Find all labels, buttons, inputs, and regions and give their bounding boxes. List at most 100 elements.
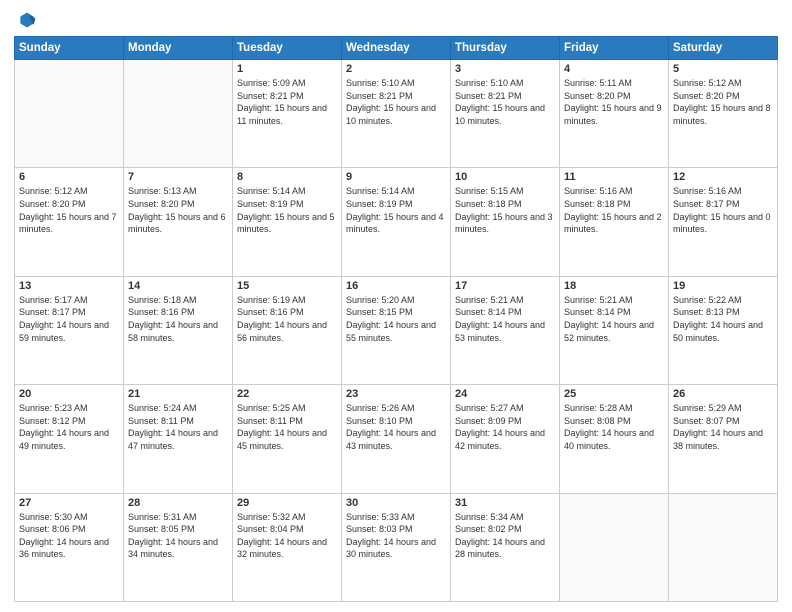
calendar-cell: 10 Sunrise: 5:15 AMSunset: 8:18 PMDayligh…	[451, 168, 560, 276]
calendar-cell: 8 Sunrise: 5:14 AMSunset: 8:19 PMDaylight…	[233, 168, 342, 276]
calendar-cell: 13 Sunrise: 5:17 AMSunset: 8:17 PMDayligh…	[15, 276, 124, 384]
day-number: 27	[19, 497, 119, 509]
day-number: 19	[673, 280, 773, 292]
day-info: Sunrise: 5:16 AMSunset: 8:17 PMDaylight:…	[673, 185, 773, 235]
logo	[14, 10, 37, 30]
day-info: Sunrise: 5:12 AMSunset: 8:20 PMDaylight:…	[673, 77, 773, 127]
logo-text	[14, 10, 37, 30]
calendar-cell: 7 Sunrise: 5:13 AMSunset: 8:20 PMDaylight…	[124, 168, 233, 276]
day-number: 29	[237, 497, 337, 509]
calendar-cell: 20 Sunrise: 5:23 AMSunset: 8:12 PMDayligh…	[15, 385, 124, 493]
day-info: Sunrise: 5:30 AMSunset: 8:06 PMDaylight:…	[19, 511, 119, 561]
calendar-cell: 29 Sunrise: 5:32 AMSunset: 8:04 PMDayligh…	[233, 493, 342, 601]
day-number: 9	[346, 171, 446, 183]
day-number: 16	[346, 280, 446, 292]
calendar-cell: 24 Sunrise: 5:27 AMSunset: 8:09 PMDayligh…	[451, 385, 560, 493]
weekday-header-saturday: Saturday	[669, 37, 778, 60]
day-info: Sunrise: 5:33 AMSunset: 8:03 PMDaylight:…	[346, 511, 446, 561]
calendar-cell: 3Sunrise: 5:10 AMSunset: 8:21 PMDaylight…	[451, 60, 560, 168]
day-info: Sunrise: 5:26 AMSunset: 8:10 PMDaylight:…	[346, 402, 446, 452]
day-info: Sunrise: 5:11 AMSunset: 8:20 PMDaylight:…	[564, 77, 664, 127]
calendar-cell: 23 Sunrise: 5:26 AMSunset: 8:10 PMDayligh…	[342, 385, 451, 493]
calendar-cell: 26 Sunrise: 5:29 AMSunset: 8:07 PMDayligh…	[669, 385, 778, 493]
calendar-cell: 31Sunrise: 5:34 AMSunset: 8:02 PMDayligh…	[451, 493, 560, 601]
day-number: 31	[455, 497, 555, 509]
day-number: 15	[237, 280, 337, 292]
weekday-header-sunday: Sunday	[15, 37, 124, 60]
day-number: 17	[455, 280, 555, 292]
calendar-table: SundayMondayTuesdayWednesdayThursdayFrid…	[14, 36, 778, 602]
day-info: Sunrise: 5:29 AMSunset: 8:07 PMDaylight:…	[673, 402, 773, 452]
day-number: 26	[673, 388, 773, 400]
calendar-cell	[560, 493, 669, 601]
day-info: Sunrise: 5:25 AMSunset: 8:11 PMDaylight:…	[237, 402, 337, 452]
calendar-cell	[15, 60, 124, 168]
calendar-cell: 5 Sunrise: 5:12 AMSunset: 8:20 PMDaylight…	[669, 60, 778, 168]
day-info: Sunrise: 5:21 AMSunset: 8:14 PMDaylight:…	[564, 294, 664, 344]
day-info: Sunrise: 5:32 AMSunset: 8:04 PMDaylight:…	[237, 511, 337, 561]
day-info: Sunrise: 5:28 AMSunset: 8:08 PMDaylight:…	[564, 402, 664, 452]
calendar-body: 1Sunrise: 5:09 AMSunset: 8:21 PMDaylight…	[15, 60, 778, 602]
weekday-header-wednesday: Wednesday	[342, 37, 451, 60]
day-info: Sunrise: 5:15 AMSunset: 8:18 PMDaylight:…	[455, 185, 555, 235]
calendar-week-4: 20 Sunrise: 5:23 AMSunset: 8:12 PMDayligh…	[15, 385, 778, 493]
day-number: 18	[564, 280, 664, 292]
calendar-cell: 18 Sunrise: 5:21 AMSunset: 8:14 PMDayligh…	[560, 276, 669, 384]
weekday-header-row: SundayMondayTuesdayWednesdayThursdayFrid…	[15, 37, 778, 60]
calendar-cell	[124, 60, 233, 168]
day-info: Sunrise: 5:27 AMSunset: 8:09 PMDaylight:…	[455, 402, 555, 452]
weekday-header-thursday: Thursday	[451, 37, 560, 60]
calendar-header: SundayMondayTuesdayWednesdayThursdayFrid…	[15, 37, 778, 60]
header	[14, 10, 778, 30]
calendar-week-1: 1Sunrise: 5:09 AMSunset: 8:21 PMDaylight…	[15, 60, 778, 168]
day-info: Sunrise: 5:20 AMSunset: 8:15 PMDaylight:…	[346, 294, 446, 344]
calendar-cell: 17 Sunrise: 5:21 AMSunset: 8:14 PMDayligh…	[451, 276, 560, 384]
day-info: Sunrise: 5:14 AMSunset: 8:19 PMDaylight:…	[237, 185, 337, 235]
day-number: 5	[673, 63, 773, 75]
day-number: 14	[128, 280, 228, 292]
day-info: Sunrise: 5:19 AMSunset: 8:16 PMDaylight:…	[237, 294, 337, 344]
calendar-cell: 25 Sunrise: 5:28 AMSunset: 8:08 PMDayligh…	[560, 385, 669, 493]
day-info: Sunrise: 5:18 AMSunset: 8:16 PMDaylight:…	[128, 294, 228, 344]
calendar-cell: 4 Sunrise: 5:11 AMSunset: 8:20 PMDaylight…	[560, 60, 669, 168]
day-number: 13	[19, 280, 119, 292]
weekday-header-monday: Monday	[124, 37, 233, 60]
calendar-cell	[669, 493, 778, 601]
day-info: Sunrise: 5:24 AMSunset: 8:11 PMDaylight:…	[128, 402, 228, 452]
day-info: Sunrise: 5:13 AMSunset: 8:20 PMDaylight:…	[128, 185, 228, 235]
logo-icon	[17, 10, 37, 30]
calendar-cell: 11Sunrise: 5:16 AMSunset: 8:18 PMDayligh…	[560, 168, 669, 276]
calendar-cell: 12Sunrise: 5:16 AMSunset: 8:17 PMDayligh…	[669, 168, 778, 276]
day-number: 10	[455, 171, 555, 183]
day-number: 25	[564, 388, 664, 400]
day-info: Sunrise: 5:10 AMSunset: 8:21 PMDaylight:…	[455, 77, 555, 127]
day-info: Sunrise: 5:31 AMSunset: 8:05 PMDaylight:…	[128, 511, 228, 561]
calendar-cell: 21Sunrise: 5:24 AMSunset: 8:11 PMDayligh…	[124, 385, 233, 493]
calendar-cell: 6Sunrise: 5:12 AMSunset: 8:20 PMDaylight…	[15, 168, 124, 276]
day-number: 23	[346, 388, 446, 400]
day-info: Sunrise: 5:22 AMSunset: 8:13 PMDaylight:…	[673, 294, 773, 344]
day-info: Sunrise: 5:23 AMSunset: 8:12 PMDaylight:…	[19, 402, 119, 452]
day-number: 22	[237, 388, 337, 400]
day-info: Sunrise: 5:21 AMSunset: 8:14 PMDaylight:…	[455, 294, 555, 344]
weekday-header-friday: Friday	[560, 37, 669, 60]
calendar-cell: 27 Sunrise: 5:30 AMSunset: 8:06 PMDayligh…	[15, 493, 124, 601]
calendar-cell: 2 Sunrise: 5:10 AMSunset: 8:21 PMDaylight…	[342, 60, 451, 168]
day-info: Sunrise: 5:10 AMSunset: 8:21 PMDaylight:…	[346, 77, 446, 127]
day-number: 30	[346, 497, 446, 509]
day-number: 8	[237, 171, 337, 183]
day-number: 28	[128, 497, 228, 509]
calendar-cell: 9Sunrise: 5:14 AMSunset: 8:19 PMDaylight…	[342, 168, 451, 276]
day-info: Sunrise: 5:09 AMSunset: 8:21 PMDaylight:…	[237, 77, 337, 127]
day-number: 2	[346, 63, 446, 75]
day-number: 20	[19, 388, 119, 400]
calendar-cell: 30 Sunrise: 5:33 AMSunset: 8:03 PMDayligh…	[342, 493, 451, 601]
day-info: Sunrise: 5:16 AMSunset: 8:18 PMDaylight:…	[564, 185, 664, 235]
day-number: 24	[455, 388, 555, 400]
day-number: 4	[564, 63, 664, 75]
day-info: Sunrise: 5:17 AMSunset: 8:17 PMDaylight:…	[19, 294, 119, 344]
calendar-cell: 28 Sunrise: 5:31 AMSunset: 8:05 PMDayligh…	[124, 493, 233, 601]
calendar-cell: 14 Sunrise: 5:18 AMSunset: 8:16 PMDayligh…	[124, 276, 233, 384]
calendar-cell: 15 Sunrise: 5:19 AMSunset: 8:16 PMDayligh…	[233, 276, 342, 384]
day-number: 7	[128, 171, 228, 183]
